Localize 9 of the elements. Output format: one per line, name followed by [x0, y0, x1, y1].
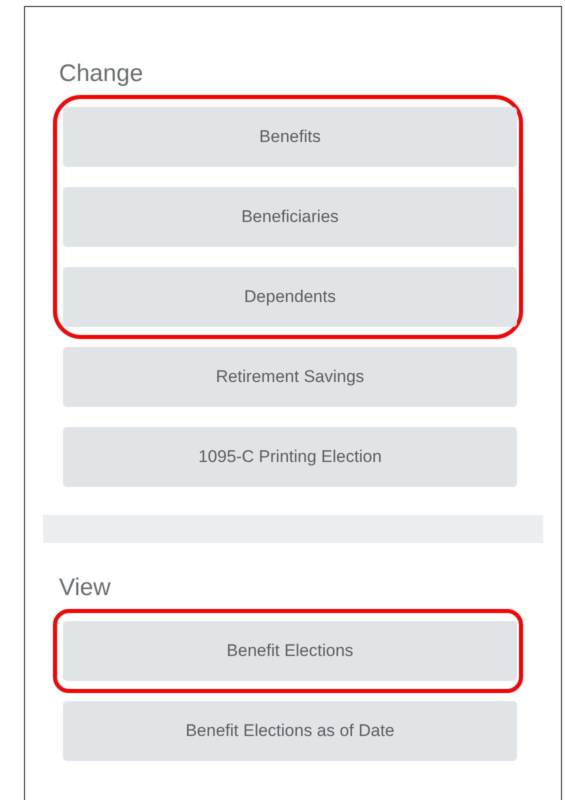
menu-button[interactable]: Dependents [63, 267, 517, 327]
menu-button[interactable]: Beneficiaries [63, 187, 517, 247]
menu-button[interactable]: Benefit Elections [63, 621, 517, 681]
menu-button[interactable]: Benefits [63, 107, 517, 167]
menu-button[interactable]: Retirement Savings [63, 347, 517, 407]
menu-button[interactable]: Benefit Elections as of Date [63, 701, 517, 761]
section-heading: Change [59, 59, 144, 89]
section-heading: View [59, 573, 112, 603]
menu-button[interactable]: 1095-C Printing Election [63, 427, 517, 487]
